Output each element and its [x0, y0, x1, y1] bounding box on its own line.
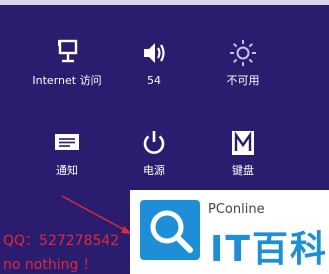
pconline-logo: PConline IT百科 [130, 190, 329, 274]
watermark-qq-text: QQ：527278542 [3, 233, 120, 249]
watermark-note-text: no nothing ！ [3, 257, 97, 273]
logo-big-text: IT百科 [210, 229, 328, 270]
logo-small-text: PConline [208, 202, 265, 217]
magnifier-logo-icon [140, 200, 200, 260]
